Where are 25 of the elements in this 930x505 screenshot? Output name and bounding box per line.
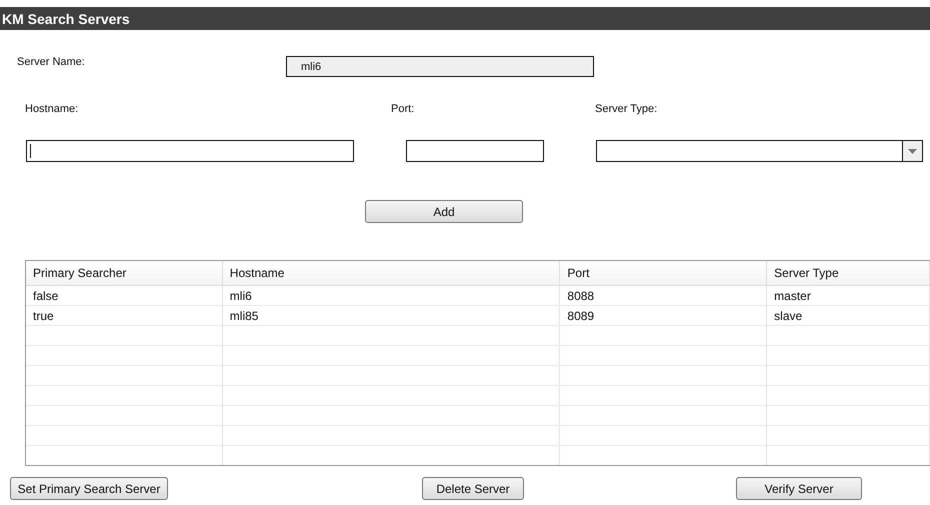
add-button[interactable]: Add [365,200,523,223]
server-type-dropdown[interactable] [596,140,923,162]
caret-icon [908,148,917,154]
action-button[interactable]: Delete Server [422,477,524,500]
table-cell: false [26,286,223,305]
table-cell: 8089 [560,306,768,325]
action-button[interactable]: Verify Server [736,477,862,500]
field-label: Server Type: [595,103,658,117]
field-label: Hostname: [25,103,80,117]
column-header[interactable]: Port [560,261,768,285]
input-field[interactable] [406,140,544,162]
table-cell: true [26,306,223,325]
field-label: Port: [391,103,416,117]
field-label: Server Name: [17,56,86,70]
table-cell: mli85 [222,306,560,325]
table-cell: 8088 [560,286,768,305]
input-field[interactable] [26,140,354,162]
table-cell: mli6 [222,286,560,305]
column-header[interactable]: Hostname [222,261,560,285]
column-header[interactable]: Primary Searcher [26,261,223,285]
table-cell: master [767,286,930,305]
table-cell: slave [767,306,930,325]
window-title: KM Search Servers [1,10,130,26]
action-button[interactable]: Set Primary Search Server [10,477,168,500]
column-header[interactable]: Server Type [767,261,930,285]
